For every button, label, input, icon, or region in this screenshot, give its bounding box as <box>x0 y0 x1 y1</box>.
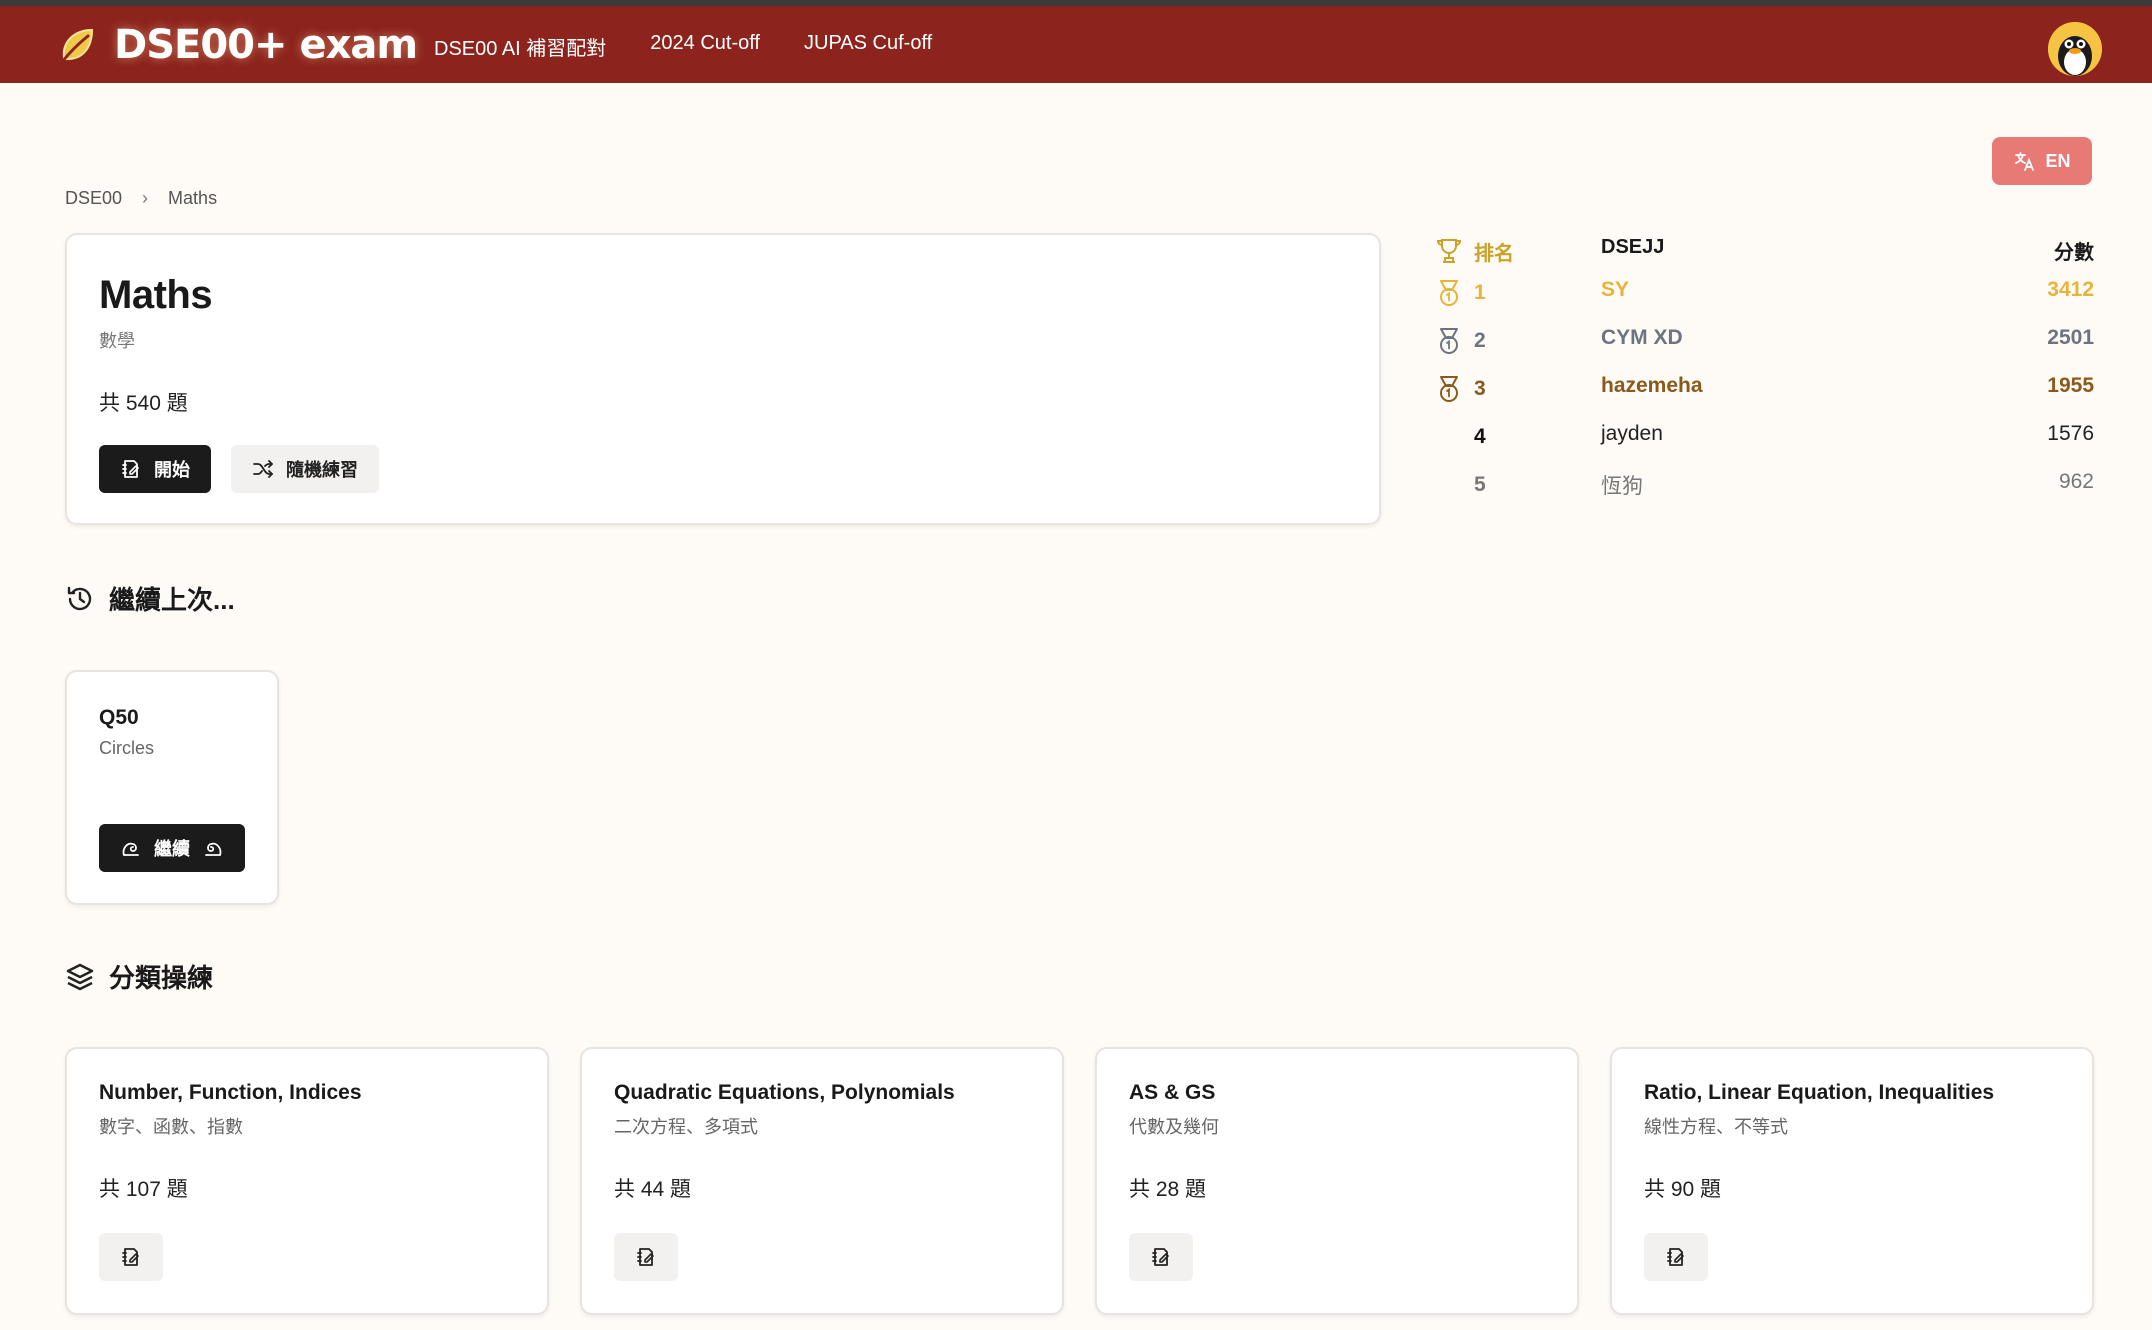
leaderboard-rank-number: 2 <box>1474 329 1486 352</box>
random-practice-label: 隨機練習 <box>286 460 358 480</box>
continue-section-title: 繼續上次... <box>65 580 235 617</box>
random-practice-button[interactable]: 隨機練習 <box>231 445 379 493</box>
category-count: 共 28 題 <box>1129 1178 1207 1201</box>
leaderboard-rank: 1 <box>1434 278 1504 308</box>
page-subtitle: 數學 <box>99 331 135 351</box>
question-count: 共 540 題 <box>99 392 188 415</box>
edit-note-icon <box>635 1246 657 1268</box>
category-card-quadratic: Quadratic Equations, Polynomials 二次方程、多項… <box>580 1047 1064 1315</box>
penguin-avatar-icon <box>2048 22 2102 76</box>
category-start-button[interactable] <box>1129 1233 1193 1281</box>
continue-button[interactable]: 繼續 <box>99 824 245 872</box>
medal-silver-icon <box>1434 326 1464 356</box>
leaderboard-row: 3 hazemeha 1955 <box>1434 368 2094 416</box>
leaderboard-name[interactable]: CYM XD <box>1601 326 1683 350</box>
brand-name: DSE00+ exam <box>114 22 418 68</box>
continue-card: Q50 Circles 繼續 <box>65 670 279 905</box>
leaderboard-score: 3412 <box>2047 278 2094 301</box>
category-subtitle: 代數及幾何 <box>1129 1117 1219 1137</box>
category-title: AS & GS <box>1129 1081 1216 1104</box>
category-section-title: 分類操練 <box>65 958 213 995</box>
leaderboard-score: 962 <box>2058 470 2094 493</box>
subject-card: Maths 數學 共 540 題 開始 隨機練習 <box>65 233 1381 525</box>
nav-link-jupas-cutoff[interactable]: JUPAS Cuf-off <box>804 32 932 61</box>
chevron-right-icon: › <box>142 188 149 208</box>
category-start-button[interactable] <box>1644 1233 1708 1281</box>
breadcrumb-item-dse00[interactable]: DSE00 <box>65 188 122 209</box>
shuffle-icon <box>252 458 274 480</box>
leaderboard-rank-number: 4 <box>1474 425 1486 448</box>
medal-bronze-icon <box>1434 374 1464 404</box>
leaderboard-name[interactable]: jayden <box>1601 422 1663 446</box>
nav-link-cutoff[interactable]: 2024 Cut-off <box>650 32 760 61</box>
edit-note-icon <box>120 1246 142 1268</box>
leaderboard: 排名 DSEJJ 分數 1 SY 3412 2 CYM XD 2501 3 hazemeha 1… <box>1434 230 2094 512</box>
medal-gold-icon <box>1434 278 1464 308</box>
layers-icon <box>65 962 95 992</box>
breadcrumb-item-current: Maths <box>168 188 218 208</box>
continue-topic: Circles <box>99 738 155 758</box>
nav-link-ai-tutor[interactable]: DSE00 AI 補習配對 <box>434 32 606 61</box>
nav-links: DSE00 AI 補習配對 2024 Cut-off JUPAS Cuf-off <box>434 32 932 61</box>
category-count: 共 90 題 <box>1644 1178 1722 1201</box>
leaderboard-rank-number: 3 <box>1474 377 1486 400</box>
continue-label: 繼續 <box>154 839 190 859</box>
swirl-icon <box>202 837 224 859</box>
edit-note-icon <box>1150 1246 1172 1268</box>
category-subtitle: 二次方程、多項式 <box>614 1117 758 1137</box>
category-start-button[interactable] <box>99 1233 163 1281</box>
leaderboard-score: 2501 <box>2047 326 2094 349</box>
page-title: Maths <box>99 273 213 317</box>
language-toggle-button[interactable]: EN <box>1992 137 2092 185</box>
leaderboard-row: 2 CYM XD 2501 <box>1434 320 2094 368</box>
leaderboard-score: 1955 <box>2047 374 2094 397</box>
category-title: Ratio, Linear Equation, Inequalities <box>1644 1081 1995 1104</box>
leaderboard-name[interactable]: 恆狗 <box>1601 470 1643 500</box>
leaderboard-name[interactable]: SY <box>1601 278 1629 302</box>
leaderboard-rank: 4 <box>1434 422 1504 452</box>
leaderboard-rank: 2 <box>1434 326 1504 356</box>
leaf-logo-icon <box>54 22 100 68</box>
leaderboard-rank-number: 1 <box>1474 281 1486 304</box>
navbar: DSE00+ exam DSE00 AI 補習配對 2024 Cut-off J… <box>0 6 2152 83</box>
category-title: Number, Function, Indices <box>99 1081 362 1104</box>
leaderboard-name-header: DSEJJ <box>1601 236 1665 258</box>
leaderboard-rank-header: 排名 <box>1434 236 1514 266</box>
history-icon <box>65 584 95 614</box>
language-label: EN <box>2045 150 2071 171</box>
leaderboard-header: 排名 DSEJJ 分數 <box>1434 230 2094 272</box>
leaderboard-row: 5 恆狗 962 <box>1434 464 2094 512</box>
breadcrumb: DSE00 › Maths <box>65 188 217 209</box>
swirl-icon <box>120 837 142 859</box>
leaderboard-row: 1 SY 3412 <box>1434 272 2094 320</box>
category-card-number: Number, Function, Indices 數字、函數、指數 共 107… <box>65 1047 549 1315</box>
trophy-icon <box>1434 236 1464 266</box>
leaderboard-rank: 5 <box>1434 470 1504 500</box>
category-card-as-gs: AS & GS 代數及幾何 共 28 題 <box>1095 1047 1579 1315</box>
category-start-button[interactable] <box>614 1233 678 1281</box>
leaderboard-rank: 3 <box>1434 374 1504 404</box>
edit-note-icon <box>120 458 142 480</box>
leaderboard-name[interactable]: hazemeha <box>1601 374 1703 398</box>
avatar[interactable] <box>2048 22 2102 76</box>
start-button[interactable]: 開始 <box>99 445 211 493</box>
translate-icon <box>2013 150 2035 172</box>
category-subtitle: 數字、函數、指數 <box>99 1117 243 1137</box>
leaderboard-row: 4 jayden 1576 <box>1434 416 2094 464</box>
category-count: 共 44 題 <box>614 1178 692 1201</box>
leaderboard-score-header: 分數 <box>2054 242 2094 264</box>
start-label: 開始 <box>154 460 190 480</box>
continue-question: Q50 <box>99 706 139 729</box>
leaderboard-rank-number: 5 <box>1474 473 1486 496</box>
brand-logo[interactable]: DSE00+ exam <box>54 22 418 68</box>
category-card-ratio: Ratio, Linear Equation, Inequalities 線性方… <box>1610 1047 2094 1315</box>
category-count: 共 107 題 <box>99 1178 188 1201</box>
category-subtitle: 線性方程、不等式 <box>1644 1117 1788 1137</box>
edit-note-icon <box>1665 1246 1687 1268</box>
leaderboard-score: 1576 <box>2047 422 2094 445</box>
category-title: Quadratic Equations, Polynomials <box>614 1081 955 1104</box>
